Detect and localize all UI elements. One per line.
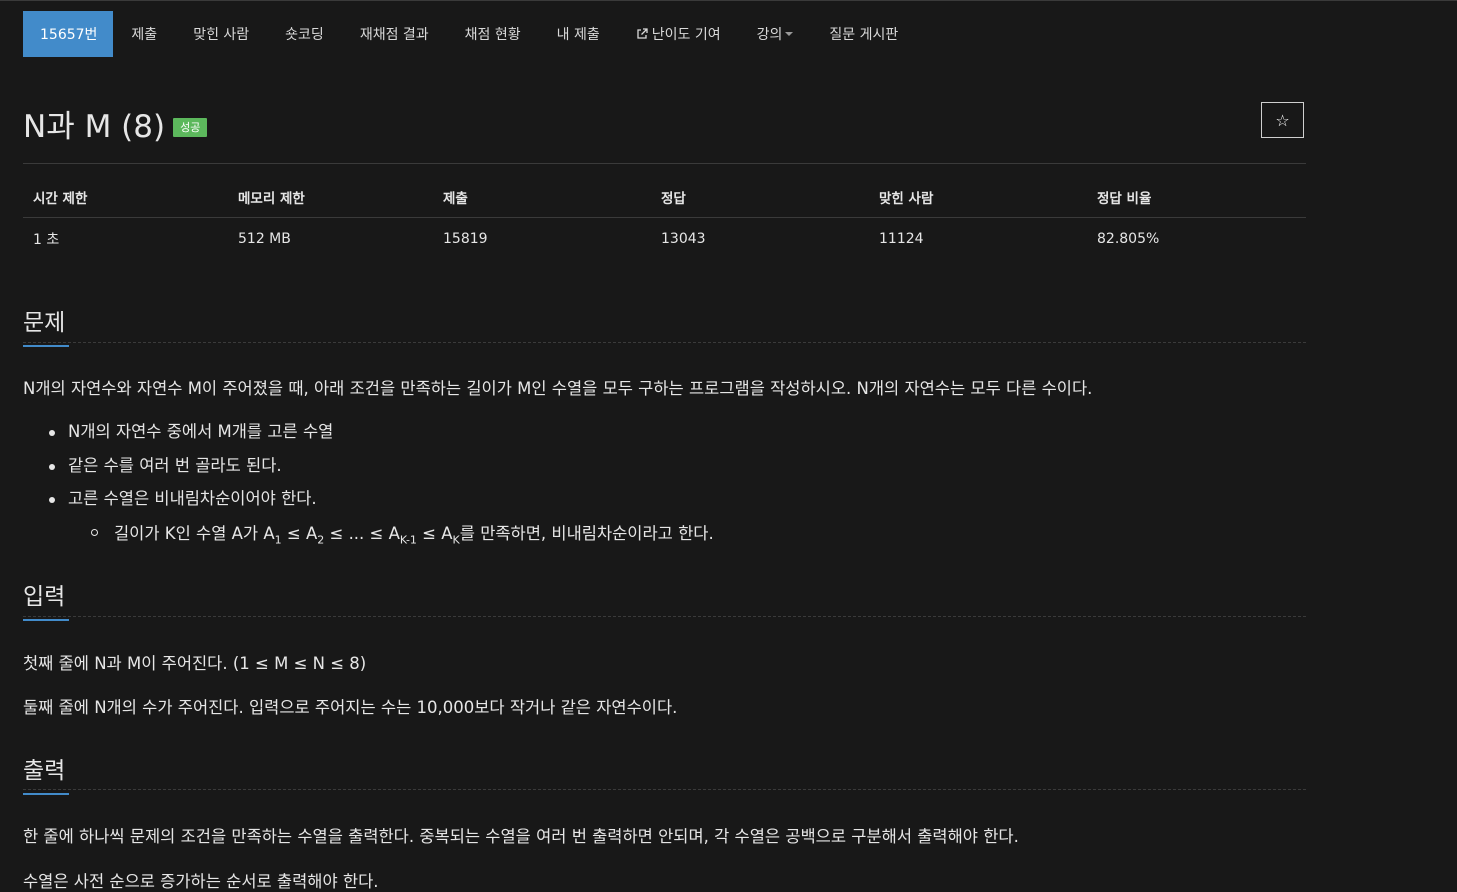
header-time-limit: 시간 제한	[23, 187, 228, 218]
list-item: 고른 수열은 비내림차순이어야 한다.	[23, 486, 333, 520]
header-memory-limit: 메모리 제한	[228, 187, 433, 218]
heading-underline	[23, 793, 69, 795]
table-header-row: 시간 제한 메모리 제한 제출 정답 맞힌 사람 정답 비율	[23, 187, 1306, 218]
section-heading-problem: 문제	[23, 303, 69, 347]
nav-label: 제출	[131, 27, 158, 43]
problem-description: N개의 자연수와 자연수 M이 주어졌을 때, 아래 조건을 만족하는 길이가 …	[23, 379, 1093, 398]
heading-underline	[23, 345, 69, 347]
output-line-2: 수열은 사전 순으로 증가하는 순서로 출력해야 한다.	[23, 872, 379, 891]
header-accept-ratio: 정답 비율	[1087, 187, 1306, 218]
nav-difficulty-contribution[interactable]: 난이도 기여	[618, 11, 739, 57]
external-link-icon	[637, 28, 648, 39]
star-icon: ☆	[1275, 110, 1290, 130]
text-part: 길이가 K인 수열 A가 A	[114, 524, 275, 543]
bullet-dot	[49, 497, 55, 503]
title-divider	[23, 163, 1306, 164]
list-item: N개의 자연수 중에서 M개를 고른 수열	[23, 419, 333, 453]
list-item: 같은 수를 여러 번 골라도 된다.	[23, 453, 333, 487]
text-part: 를 만족하면, 비내림차순이라고 한다.	[459, 524, 714, 543]
value-accept-ratio: 82.805%	[1097, 231, 1160, 247]
nav-rejudge-results[interactable]: 재채점 결과	[342, 11, 447, 57]
section-heading-output: 출력	[23, 751, 69, 795]
subscript: K-1	[399, 533, 417, 547]
header-accepted: 정답	[651, 187, 869, 218]
bullet-dot	[49, 463, 55, 470]
nav-label: 숏코딩	[285, 27, 324, 43]
list-item-text: N개의 자연수 중에서 M개를 고른 수열	[68, 422, 334, 441]
value-submissions: 15819	[443, 231, 488, 247]
input-line-2: 둘째 줄에 N개의 수가 주어진다. 입력으로 주어지는 수는 10,000보다…	[23, 698, 678, 717]
nav-label: 채점 현황	[464, 27, 521, 43]
header-solved-users: 맞힌 사람	[869, 187, 1087, 218]
nav-problem-number[interactable]: 15657번	[23, 11, 114, 57]
sub-list-item: 길이가 K인 수열 A가 A1 ≤ A2 ≤ ... ≤ AK-1 ≤ AK를 …	[91, 520, 714, 546]
output-line-1: 한 줄에 하나씩 문제의 조건을 만족하는 수열을 출력한다. 중복되는 수열을…	[23, 827, 1019, 846]
heading-text: 출력	[23, 758, 66, 784]
nav-submit[interactable]: 제출	[113, 11, 175, 57]
section-divider	[23, 616, 1306, 617]
problem-nav: 15657번 제출 맞힌 사람 숏코딩 재채점 결과 채점 현황 내 제출 난이…	[23, 11, 916, 57]
subscript: 1	[274, 533, 282, 547]
value-accepted: 13043	[661, 231, 706, 247]
nav-lectures-dropdown[interactable]: 강의	[739, 11, 812, 57]
nav-label: 맞힌 사람	[193, 27, 250, 43]
section-divider	[23, 789, 1306, 790]
value-solved-users: 11124	[879, 231, 924, 247]
value-time-limit: 1 초	[33, 232, 60, 248]
nav-judge-status[interactable]: 채점 현황	[447, 11, 539, 57]
status-badge: 성공	[173, 118, 208, 137]
list-item-text: 고른 수열은 비내림차순이어야 한다.	[68, 489, 317, 508]
problem-title-row: N과 M (8) 성공	[23, 101, 208, 146]
nav-question-board[interactable]: 질문 게시판	[811, 11, 916, 57]
section-heading-input: 입력	[23, 577, 69, 621]
problem-info-table: 시간 제한 메모리 제한 제출 정답 맞힌 사람 정답 비율 1 초 512 M…	[23, 187, 1306, 249]
text-part: ≤ ... ≤ A	[324, 524, 400, 543]
list-item-text: 같은 수를 여러 번 골라도 된다.	[68, 455, 282, 475]
nav-label: 내 제출	[556, 27, 600, 43]
heading-text: 문제	[23, 310, 66, 336]
bullet-circle	[91, 529, 98, 536]
value-memory-limit: 512 MB	[238, 231, 291, 247]
input-line-1: 첫째 줄에 N과 M이 주어진다. (1 ≤ M ≤ N ≤ 8)	[23, 654, 367, 673]
subscript: K	[452, 533, 460, 547]
nav-label: 질문 게시판	[829, 27, 899, 43]
favorite-button[interactable]: ☆	[1261, 102, 1304, 138]
caret-down-icon	[785, 32, 794, 36]
page: 15657번 제출 맞힌 사람 숏코딩 재채점 결과 채점 현황 내 제출 난이…	[0, 1, 1457, 891]
heading-text: 입력	[23, 584, 66, 610]
heading-underline	[23, 619, 69, 621]
table-row: 1 초 512 MB 15819 13043 11124 82.805%	[23, 218, 1306, 250]
text-part: ≤ A	[281, 524, 318, 543]
nav-short-coding[interactable]: 숏코딩	[267, 11, 342, 57]
nav-my-submissions[interactable]: 내 제출	[539, 11, 618, 57]
condition-list: N개의 자연수 중에서 M개를 고른 수열 같은 수를 여러 번 골라도 된다.…	[23, 419, 333, 520]
section-divider	[23, 342, 1306, 343]
text-part: ≤ A	[416, 524, 453, 543]
nav-label: 재채점 결과	[359, 27, 429, 43]
nav-label: 15657번	[40, 27, 98, 43]
nav-solved-users[interactable]: 맞힌 사람	[175, 11, 267, 57]
nav-label: 난이도 기여	[651, 27, 721, 43]
sub-list-item-text: 길이가 K인 수열 A가 A1 ≤ A2 ≤ ... ≤ AK-1 ≤ AK를 …	[91, 524, 714, 547]
problem-title: N과 M (8)	[23, 109, 166, 145]
header-submissions: 제출	[433, 187, 651, 218]
nav-label: 강의	[756, 27, 783, 43]
bullet-dot	[49, 430, 55, 436]
